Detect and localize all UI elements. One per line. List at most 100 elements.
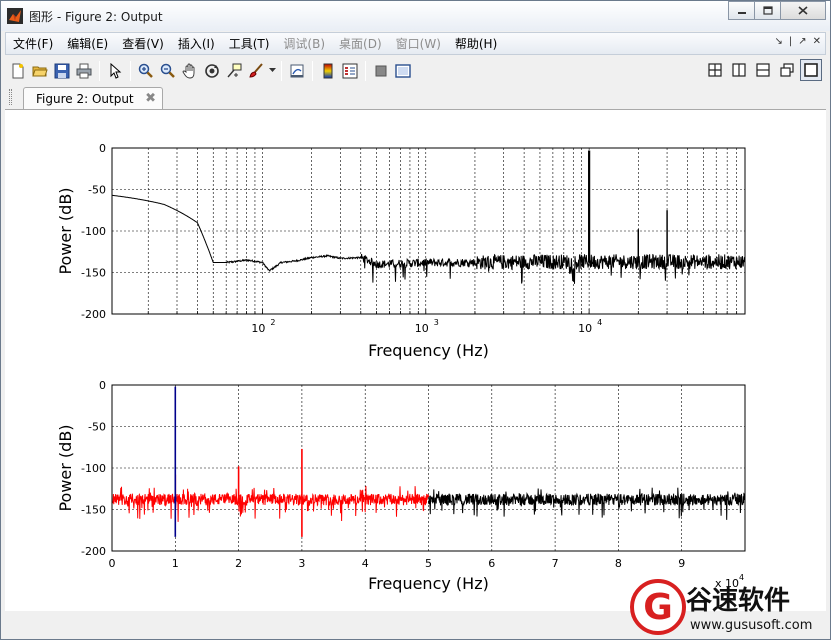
menu-file[interactable]: 文件(F) bbox=[6, 35, 60, 52]
plot2-ytick-label: 0 bbox=[99, 379, 106, 392]
plot2-xtick-label: 9 bbox=[678, 557, 685, 570]
watermark-text: 谷速软件 bbox=[686, 586, 790, 616]
show-plot-tools-button[interactable] bbox=[392, 60, 414, 82]
plots-svg[interactable]: 0-50-100-150-20010 2 10 3 10 4Frequency (Hz)P… bbox=[5, 110, 826, 612]
split-horizontal-icon bbox=[756, 63, 770, 77]
plot2-xtick-label: 1 bbox=[172, 557, 179, 570]
plot1-ylabel: Power (dB) bbox=[56, 187, 75, 274]
save-icon bbox=[54, 63, 70, 78]
menu-view[interactable]: 查看(V) bbox=[115, 35, 171, 52]
menu-desktop[interactable]: 桌面(D) bbox=[332, 35, 389, 52]
float-icon bbox=[780, 63, 794, 77]
plot1-xtick-label: 10 bbox=[415, 322, 429, 335]
menu-window[interactable]: 窗口(W) bbox=[389, 35, 448, 52]
print-button[interactable] bbox=[73, 60, 95, 82]
new-figure-icon bbox=[12, 63, 24, 78]
plot2-xtick-label: 2 bbox=[235, 557, 242, 570]
watermark-url: www.gususoft.com bbox=[690, 618, 812, 633]
zoom-in-button[interactable] bbox=[135, 60, 157, 82]
window-title: 图形 - Figure 2: Output bbox=[29, 9, 163, 24]
plot2-xtick-label: 0 bbox=[109, 557, 116, 570]
menu-debug[interactable]: 调试(B) bbox=[276, 35, 332, 52]
menu-close-icon[interactable]: ✕ bbox=[813, 36, 821, 47]
pan-hand-icon bbox=[182, 63, 195, 78]
hide-plot-tools-icon bbox=[375, 65, 387, 76]
plot2-ytick-label: -50 bbox=[88, 421, 106, 434]
plot2-xtick-label: 8 bbox=[615, 557, 622, 570]
menu-insert[interactable]: 插入(I) bbox=[171, 35, 222, 52]
tile-icon bbox=[708, 63, 722, 77]
print-icon bbox=[76, 63, 92, 78]
plot2-ytick-label: -150 bbox=[81, 504, 106, 517]
zoom-out-icon bbox=[160, 63, 175, 78]
dock-arrow-icon[interactable]: ↘ bbox=[774, 36, 782, 47]
plot2-ytick-label: -200 bbox=[81, 545, 106, 558]
undock-arrow-icon[interactable]: ↗ bbox=[798, 36, 806, 47]
minimize-button[interactable] bbox=[728, 1, 755, 20]
toolbar-separator bbox=[130, 60, 131, 81]
brush-icon bbox=[249, 62, 263, 78]
close-icon bbox=[798, 6, 808, 15]
tab-close-icon[interactable]: ✖ bbox=[145, 91, 156, 106]
figure-canvas[interactable]: 0 -50 -100 -150 -200 10 2 10 3 10 4 Frequency (Hz) P… bbox=[5, 109, 826, 611]
watermark-glyph: G bbox=[643, 587, 673, 628]
maximize-layout-button[interactable] bbox=[800, 59, 822, 81]
plot2-xlabel: Frequency (Hz) bbox=[368, 574, 489, 593]
hide-plot-tools-button[interactable] bbox=[370, 60, 392, 82]
brush-dropdown-button[interactable] bbox=[267, 60, 277, 82]
rotate-3d-button[interactable] bbox=[201, 60, 223, 82]
maximize-button[interactable] bbox=[754, 1, 781, 20]
tab-figure-2[interactable]: Figure 2: Output ✖ bbox=[23, 87, 163, 109]
plot2-xtick-label: 6 bbox=[488, 557, 495, 570]
pan-button[interactable] bbox=[179, 60, 201, 82]
open-file-button[interactable] bbox=[29, 60, 51, 82]
close-button[interactable] bbox=[780, 1, 826, 20]
rotate-3d-icon bbox=[205, 63, 219, 78]
toolbar-separator bbox=[281, 60, 282, 81]
link-plot-button[interactable] bbox=[286, 60, 308, 82]
colorbar-icon bbox=[323, 63, 333, 78]
tile-layout-button[interactable] bbox=[704, 59, 726, 81]
show-plot-tools-icon bbox=[395, 63, 411, 78]
menu-separator: | bbox=[788, 36, 793, 47]
plot2-xtick-label: 5 bbox=[425, 557, 432, 570]
plot1-xlabel: Frequency (Hz) bbox=[368, 341, 489, 360]
minimize-icon bbox=[737, 11, 746, 14]
menu-help[interactable]: 帮助(H) bbox=[448, 35, 504, 52]
new-figure-button[interactable] bbox=[7, 60, 29, 82]
document-tab-bar: Figure 2: Output ✖ bbox=[5, 85, 826, 109]
restore-icon bbox=[762, 6, 773, 15]
split-horizontal-button[interactable] bbox=[752, 59, 774, 81]
save-button[interactable] bbox=[51, 60, 73, 82]
zoom-in-icon bbox=[138, 63, 153, 78]
toolbar-separator bbox=[99, 60, 100, 81]
plot1-ytick-label: -150 bbox=[81, 267, 106, 280]
menu-edit[interactable]: 编辑(E) bbox=[60, 35, 115, 52]
tab-label: Figure 2: Output bbox=[36, 91, 134, 106]
matlab-app-icon bbox=[7, 8, 23, 24]
menu-tools[interactable]: 工具(T) bbox=[222, 35, 277, 52]
split-vertical-button[interactable] bbox=[728, 59, 750, 81]
tab-grip[interactable] bbox=[9, 89, 12, 105]
plot1-xtick-exponent: 3 bbox=[434, 318, 439, 327]
figure-toolbar bbox=[5, 57, 826, 84]
plot2-xtick-label: 3 bbox=[298, 557, 305, 570]
maximize-icon bbox=[804, 63, 818, 77]
plot2-xtick-label: 4 bbox=[362, 557, 369, 570]
plot1-ytick-label: -100 bbox=[81, 225, 106, 238]
legend-icon bbox=[342, 63, 358, 78]
brush-button[interactable] bbox=[245, 60, 267, 82]
colorbar-button[interactable] bbox=[317, 60, 339, 82]
legend-button[interactable] bbox=[339, 60, 361, 82]
plot2-ylabel: Power (dB) bbox=[56, 424, 75, 511]
plot2-xtick-label: 7 bbox=[552, 557, 559, 570]
pointer-button[interactable] bbox=[104, 60, 126, 82]
toolbar-separator bbox=[365, 60, 366, 81]
split-vertical-icon bbox=[732, 63, 746, 77]
float-layout-button[interactable] bbox=[776, 59, 798, 81]
title-bar[interactable]: 图形 - Figure 2: Output bbox=[1, 1, 830, 31]
chevron-down-icon bbox=[268, 68, 276, 72]
zoom-out-button[interactable] bbox=[157, 60, 179, 82]
plot1-ytick-label: -200 bbox=[81, 308, 106, 321]
data-cursor-button[interactable] bbox=[223, 60, 245, 82]
